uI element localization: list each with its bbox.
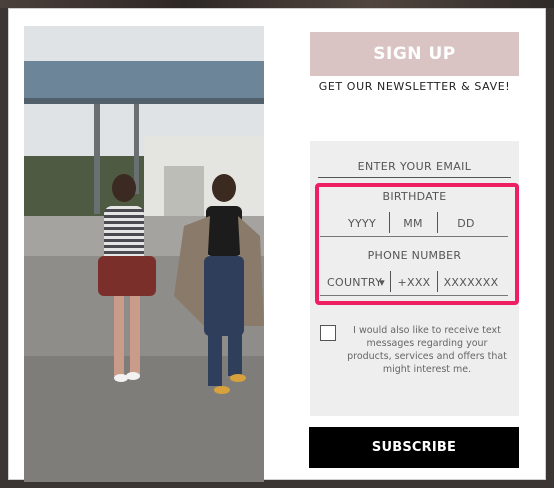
email-input[interactable]: ENTER YOUR EMAIL [310,160,519,173]
promo-photo [24,26,264,482]
subscribe-button[interactable]: SUBSCRIBE [309,427,519,468]
newsletter-subtitle: GET OUR NEWSLETTER & SAVE! [318,80,511,93]
sms-consent-text: I would also like to receive text messag… [347,325,507,375]
email-underline [318,177,511,178]
page-backdrop [0,0,554,8]
signup-banner: SIGN UP [310,32,519,76]
signup-title: SIGN UP [373,44,456,64]
highlight-box [315,183,519,305]
sms-consent-checkbox[interactable] [320,325,336,341]
